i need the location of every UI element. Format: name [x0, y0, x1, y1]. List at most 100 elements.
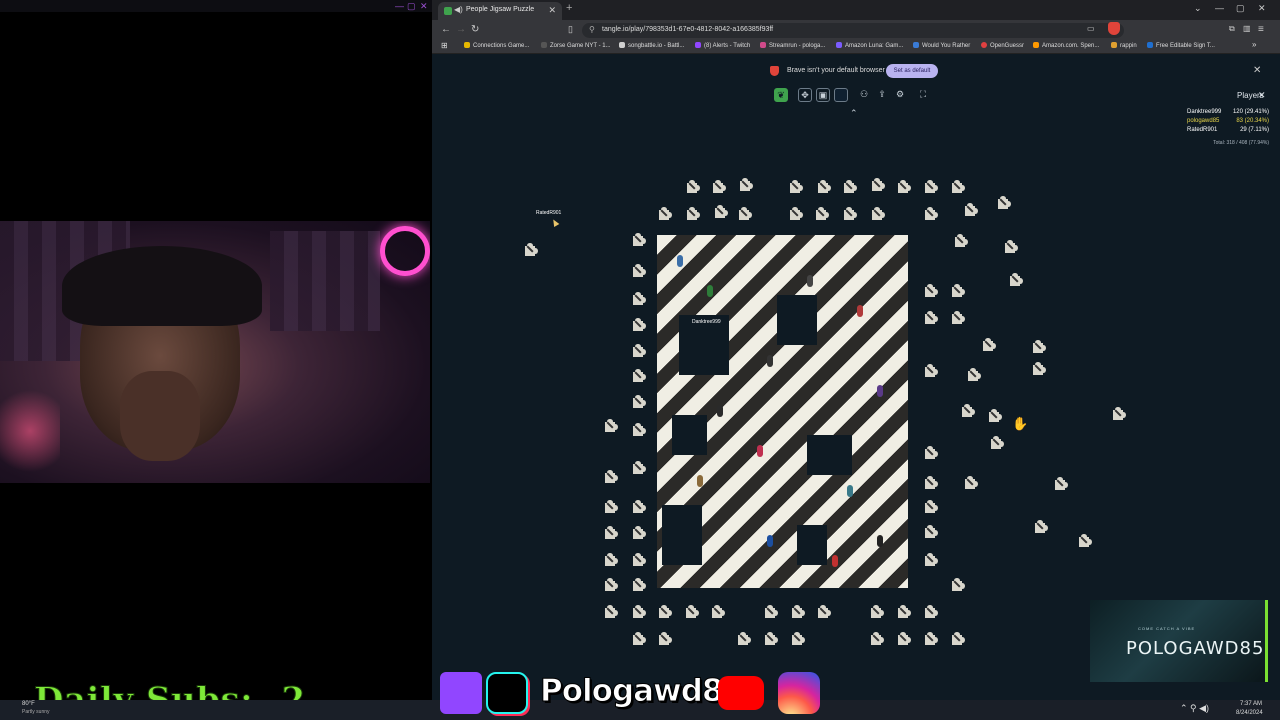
puzzle-piece[interactable] [922, 525, 938, 541]
puzzle-piece[interactable] [787, 180, 803, 196]
brave-shields-icon[interactable] [1108, 22, 1120, 35]
settings-gear-icon[interactable]: ⚙ [893, 88, 907, 102]
puzzle-piece[interactable] [922, 632, 938, 648]
bookmark-zorse[interactable]: Zorse Game NYT - 1... [541, 42, 611, 49]
puzzle-piece[interactable] [789, 605, 805, 621]
group-icon[interactable]: ⚇ [857, 88, 871, 102]
new-tab-icon[interactable]: + [566, 2, 572, 14]
puzzle-piece-icon[interactable]: ✥ [798, 88, 812, 102]
puzzle-piece[interactable] [952, 234, 968, 250]
puzzle-piece[interactable] [815, 605, 831, 621]
puzzle-piece[interactable] [602, 553, 618, 569]
puzzle-piece[interactable] [630, 318, 646, 334]
puzzle-piece[interactable] [1007, 273, 1023, 289]
puzzle-piece[interactable] [922, 180, 938, 196]
bookmark-connections[interactable]: Connections Game... [464, 42, 529, 49]
bookmark-free-editable-sign[interactable]: Free Editable Sign T... [1147, 42, 1215, 49]
chevron-down-icon[interactable]: ⌄ [1194, 3, 1202, 14]
puzzle-piece[interactable] [1052, 477, 1068, 493]
minimize-icon[interactable]: — [395, 1, 404, 11]
puzzle-piece[interactable] [602, 526, 618, 542]
tab-close-icon[interactable]: ✕ [548, 5, 556, 16]
puzzle-piece[interactable] [684, 207, 700, 223]
bookmark-twitch-alerts[interactable]: (8) Alerts - Twitch [695, 42, 750, 49]
bookmark-would-you-rather[interactable]: Would You Rather [913, 42, 970, 49]
puzzle-piece[interactable] [602, 419, 618, 435]
puzzle-piece[interactable] [995, 196, 1011, 212]
puzzle-piece[interactable] [869, 178, 885, 194]
puzzle-piece[interactable] [789, 632, 805, 648]
url-text[interactable]: tangle.io/play/798353d1-67e0-4812-8042-a… [602, 26, 773, 33]
fullscreen-icon[interactable]: ⛶ [916, 88, 930, 102]
maximize-icon[interactable]: ▢ [407, 1, 416, 12]
puzzle-piece[interactable] [922, 476, 938, 492]
puzzle-piece[interactable] [922, 553, 938, 569]
puzzle-piece[interactable] [762, 605, 778, 621]
puzzle-piece[interactable] [980, 338, 996, 354]
puzzle-piece[interactable] [630, 461, 646, 477]
puzzle-piece[interactable] [988, 436, 1004, 452]
extensions-icon[interactable]: ⧉ [1229, 24, 1235, 34]
bookmark-songbattle[interactable]: songbattle.io - Battl... [619, 42, 684, 49]
puzzle-piece[interactable] [868, 605, 884, 621]
share-icon[interactable]: ⇪ [875, 88, 889, 102]
puzzle-piece[interactable] [922, 446, 938, 462]
tray-icons[interactable]: ⌃ ⚲ ◀) [1180, 703, 1209, 714]
puzzle-piece[interactable] [630, 264, 646, 280]
puzzle-piece[interactable] [841, 207, 857, 223]
sidebar-icon[interactable]: ▥ [1243, 24, 1251, 33]
tanggle-logo-icon[interactable]: ❦ [774, 88, 788, 102]
bookmark-openguessr[interactable]: OpenGuessr [981, 42, 1024, 49]
bookmark-amazon[interactable]: Amazon.com. Spen... [1033, 42, 1099, 49]
puzzle-piece[interactable] [736, 207, 752, 223]
back-icon[interactable]: ← [441, 24, 451, 35]
players-close-icon[interactable]: ✕ [1258, 90, 1266, 101]
address-bar[interactable]: ⚲ tangle.io/play/798353d1-67e0-4812-8042… [582, 23, 1124, 38]
puzzle-piece[interactable] [630, 395, 646, 411]
puzzle-piece[interactable] [787, 207, 803, 223]
close-icon[interactable]: ✕ [1258, 3, 1266, 14]
puzzle-piece[interactable] [949, 284, 965, 300]
puzzle-piece[interactable] [965, 368, 981, 384]
puzzle-piece[interactable] [1030, 340, 1046, 356]
puzzle-piece[interactable] [630, 526, 646, 542]
puzzle-piece[interactable] [986, 409, 1002, 425]
puzzle-piece[interactable] [683, 605, 699, 621]
speaker-icon[interactable]: ◀) [454, 5, 463, 14]
minimize-icon[interactable]: — [1215, 3, 1224, 13]
puzzle-piece[interactable] [630, 233, 646, 249]
site-info-icon[interactable]: ⚲ [589, 25, 595, 34]
puzzle-piece[interactable] [869, 207, 885, 223]
puzzle-piece[interactable] [895, 180, 911, 196]
puzzle-piece[interactable] [602, 500, 618, 516]
puzzle-piece[interactable] [630, 500, 646, 516]
image-preview-icon[interactable]: ▣ [816, 88, 830, 102]
puzzle-piece[interactable] [712, 205, 728, 221]
puzzle-piece[interactable] [630, 292, 646, 308]
more-bookmarks-icon[interactable]: » [1252, 40, 1256, 49]
puzzle-piece[interactable] [962, 203, 978, 219]
puzzle-piece[interactable] [735, 632, 751, 648]
puzzle-piece[interactable] [630, 632, 646, 648]
puzzle-piece[interactable] [602, 605, 618, 621]
bookmark-streamrun[interactable]: Streamrun - pologa... [760, 42, 825, 49]
close-icon[interactable]: ✕ [420, 1, 428, 12]
infobar-close-icon[interactable]: ✕ [1253, 65, 1261, 76]
puzzle-piece[interactable] [1030, 362, 1046, 378]
puzzle-piece[interactable] [868, 632, 884, 648]
puzzle-piece[interactable] [684, 180, 700, 196]
puzzle-piece[interactable] [895, 632, 911, 648]
puzzle-piece[interactable] [737, 178, 753, 194]
tab-people-jigsaw[interactable]: ◀) People Jigsaw Puzzle ✕ [438, 2, 562, 20]
puzzle-board[interactable]: Danktree999 [657, 235, 908, 588]
puzzle-piece[interactable] [922, 605, 938, 621]
puzzle-piece[interactable] [630, 553, 646, 569]
puzzle-piece[interactable] [656, 207, 672, 223]
puzzle-piece[interactable] [710, 180, 726, 196]
menu-icon[interactable]: ≡ [1258, 24, 1264, 35]
puzzle-piece[interactable] [922, 500, 938, 516]
puzzle-piece[interactable] [656, 632, 672, 648]
puzzle-piece[interactable] [949, 632, 965, 648]
bookmark-rappin[interactable]: rappin [1111, 42, 1137, 49]
cast-icon[interactable]: ▭ [1087, 24, 1095, 33]
